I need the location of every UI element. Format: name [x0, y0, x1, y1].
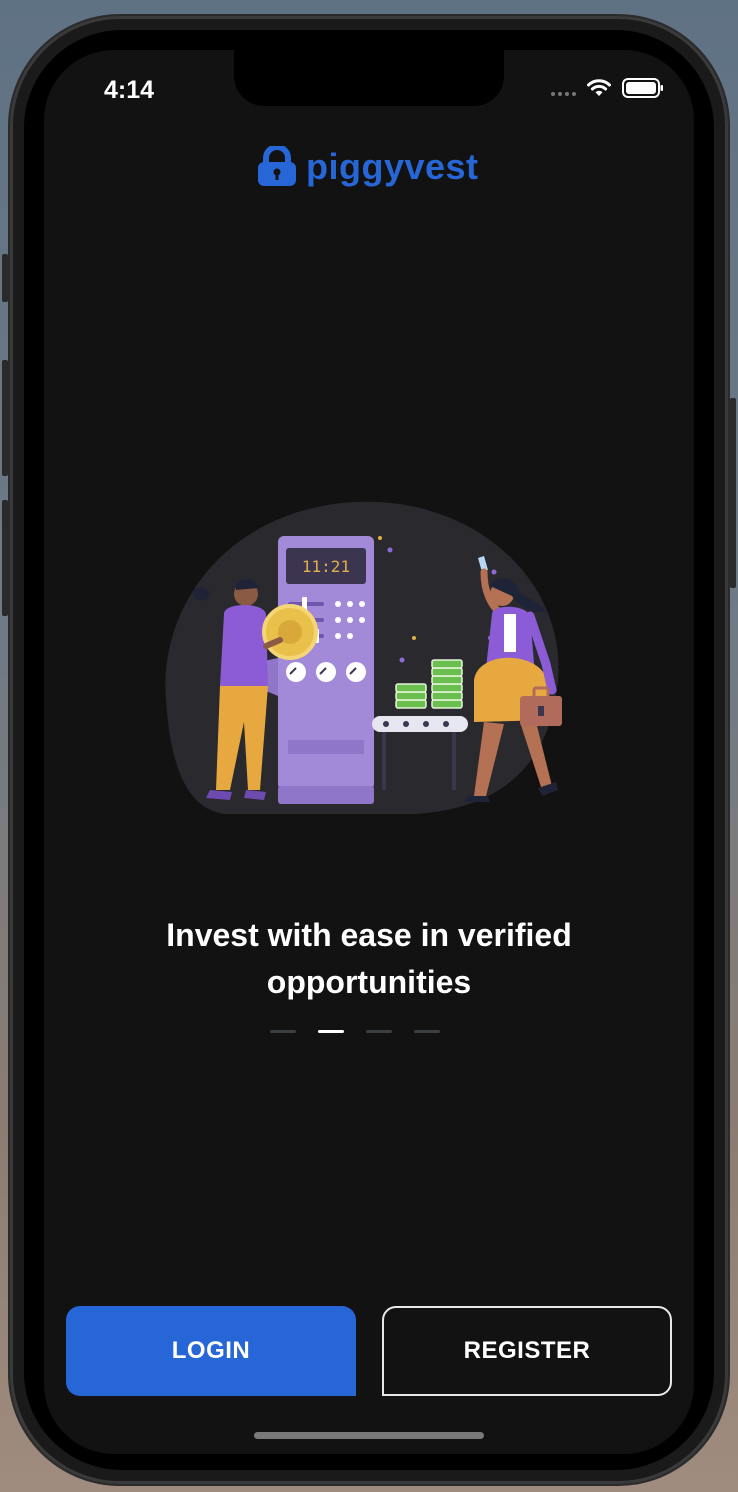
svg-text:11:21: 11:21	[302, 557, 350, 576]
onboarding-headline: Invest with ease in verified opportuniti…	[166, 917, 572, 1000]
investment-machine-illustration: 11:21	[165, 501, 562, 814]
login-button[interactable]: LOGIN	[66, 1306, 356, 1396]
battery-icon	[622, 78, 663, 98]
page-dot-1[interactable]	[270, 1030, 296, 1033]
notch	[234, 50, 504, 106]
page-indicator[interactable]	[270, 1030, 440, 1033]
app-screen: 4:14 piggyvest 11:21 Invest with ease in…	[44, 50, 694, 1454]
power-button	[730, 398, 736, 588]
padlock-icon	[258, 146, 296, 186]
wifi-icon	[587, 79, 611, 96]
page-dot-2-active[interactable]	[318, 1030, 344, 1033]
register-button[interactable]: REGISTER	[382, 1306, 672, 1396]
silent-switch	[2, 254, 8, 302]
volume-down-button	[2, 500, 8, 616]
page-dot-4[interactable]	[414, 1030, 440, 1033]
signal-dots-icon	[551, 92, 576, 96]
brand-logo: piggyvest	[256, 146, 479, 188]
status-icons	[551, 78, 664, 98]
page-dot-3[interactable]	[366, 1030, 392, 1033]
status-time: 4:14	[104, 76, 155, 104]
volume-up-button	[2, 360, 8, 476]
brand-name: piggyvest	[306, 146, 479, 187]
home-indicator[interactable]	[254, 1432, 484, 1439]
